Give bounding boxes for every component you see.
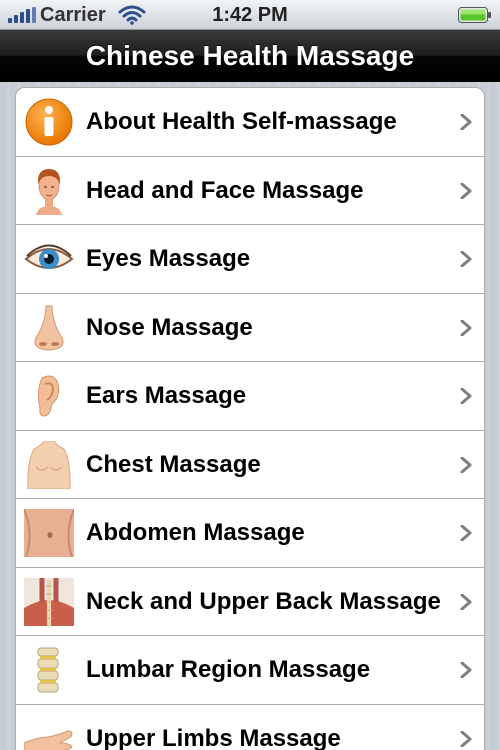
info-icon bbox=[25, 98, 73, 146]
neck-back-icon bbox=[24, 577, 74, 626]
chevron-right-icon bbox=[460, 730, 472, 747]
list-item-label: Nose Massage bbox=[86, 313, 253, 341]
chevron-right-icon bbox=[460, 114, 472, 130]
list-item-lumbar[interactable]: Lumbar Region Massage bbox=[16, 636, 484, 705]
eye-icon bbox=[24, 244, 74, 269]
screen: Carrier 1:42 PM Chinese Health Massage A… bbox=[0, 0, 500, 750]
list-item-label: Neck and Upper Back Massage bbox=[86, 587, 441, 615]
list-item-label: About Health Self-massage bbox=[86, 108, 397, 135]
battery-icon bbox=[458, 7, 491, 23]
chevron-right-icon bbox=[460, 662, 472, 678]
chevron-right-icon bbox=[460, 388, 472, 404]
list-item-label: Chest Massage bbox=[86, 450, 261, 478]
lumbar-icon bbox=[37, 647, 59, 693]
chevron-right-icon bbox=[460, 456, 472, 473]
status-time: 1:42 PM bbox=[212, 4, 288, 26]
hand-icon bbox=[24, 729, 73, 750]
page-title: Chinese Health Massage bbox=[85, 40, 415, 71]
chest-icon bbox=[27, 440, 71, 489]
list-item-neck-upper-back[interactable]: Neck and Upper Back Massage bbox=[16, 567, 484, 636]
list-item-abdomen[interactable]: Abdomen Massage bbox=[16, 499, 484, 568]
head-icon bbox=[36, 168, 62, 215]
status-bar: Carrier 1:42 PM bbox=[0, 0, 500, 30]
nose-icon bbox=[34, 305, 64, 350]
chevron-right-icon bbox=[460, 525, 472, 541]
list-item-label: Eyes Massage bbox=[86, 245, 251, 272]
massage-topic-list: About Health Self-massage Head and Face … bbox=[15, 87, 485, 750]
abdomen-icon bbox=[24, 509, 74, 557]
chevron-right-icon bbox=[460, 593, 472, 610]
chevron-right-icon bbox=[460, 251, 472, 267]
list-item-eyes[interactable]: Eyes Massage bbox=[16, 225, 484, 294]
list-item-label: Lumbar Region Massage bbox=[86, 656, 371, 683]
navigation-bar: Chinese Health Massage bbox=[0, 30, 500, 82]
list-item-label: Upper Limbs Massage bbox=[86, 724, 341, 750]
list-item-head-face[interactable]: Head and Face Massage bbox=[16, 156, 484, 225]
list-item-chest[interactable]: Chest Massage bbox=[16, 430, 484, 499]
list-item-about[interactable]: About Health Self-massage bbox=[16, 88, 484, 157]
chevron-right-icon bbox=[460, 182, 472, 199]
list-item-nose[interactable]: Nose Massage bbox=[16, 293, 484, 362]
list-item-label: Head and Face Massage bbox=[86, 176, 364, 204]
list-item-ears[interactable]: Ears Massage bbox=[16, 362, 484, 431]
list-item-label: Ears Massage bbox=[86, 382, 247, 409]
list-item-upper-limbs[interactable]: Upper Limbs Massage bbox=[16, 704, 484, 750]
ear-icon bbox=[37, 375, 60, 417]
list-item-label: Abdomen Massage bbox=[86, 519, 305, 546]
chevron-right-icon bbox=[460, 319, 472, 336]
